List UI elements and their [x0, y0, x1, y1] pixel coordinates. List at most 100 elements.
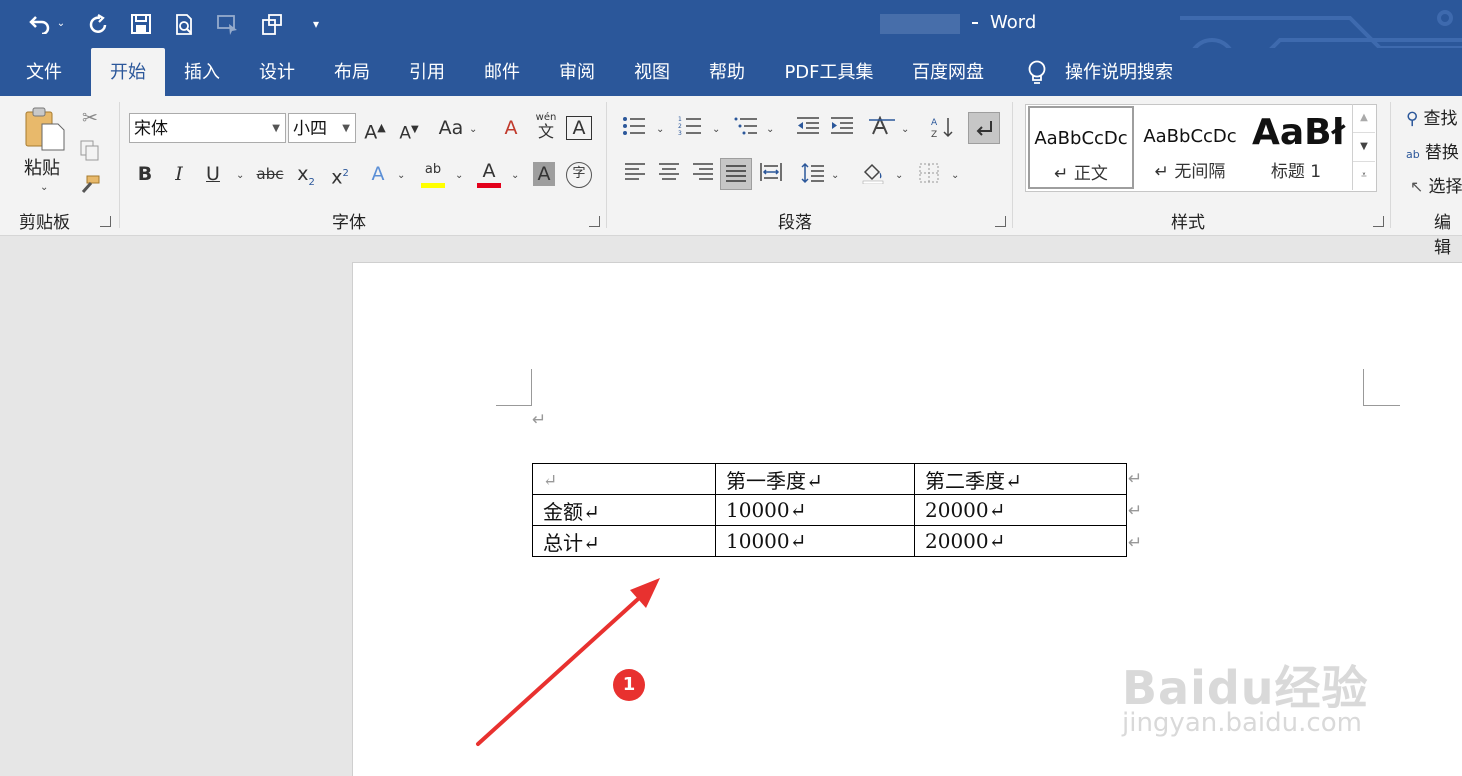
paste-button-label[interactable]: 粘贴 [24, 154, 60, 180]
character-shading-icon[interactable]: A [533, 162, 555, 186]
highlight-dropdown-icon[interactable]: ⌄ [455, 170, 463, 181]
strikethrough-icon[interactable]: abc [256, 162, 284, 186]
chinese-layout-icon[interactable] [868, 116, 896, 142]
styles-scroll-up-icon[interactable]: ▲ [1353, 104, 1375, 132]
tell-me-search[interactable]: 操作说明搜索 [1060, 48, 1178, 96]
paste-dropdown-icon[interactable]: ⌄ [40, 182, 48, 193]
redo-icon[interactable] [84, 10, 112, 38]
font-size-combo[interactable]: 小四▼ [288, 113, 356, 143]
justify-icon[interactable] [720, 158, 752, 190]
tab-file[interactable]: 文件 [16, 48, 72, 96]
cut-icon[interactable]: ✂ [78, 106, 102, 130]
phonetic-guide-icon[interactable]: wén 文 [534, 112, 558, 141]
highlight-color-icon[interactable]: ab [420, 162, 446, 188]
replace-button[interactable]: ab 替换 [1406, 138, 1462, 162]
table-cell[interactable]: ↵ [533, 464, 716, 495]
line-spacing-icon[interactable] [800, 162, 826, 190]
multilevel-list-icon[interactable] [732, 116, 760, 142]
table-cell[interactable]: 金额↵ [533, 495, 716, 526]
font-name-combo[interactable]: 宋体▼ [129, 113, 286, 143]
save-icon[interactable] [127, 10, 155, 38]
table-cell[interactable]: 20000↵ [915, 495, 1127, 526]
font-size-dropdown-icon[interactable]: ▼ [342, 114, 350, 144]
table-cell[interactable]: 10000↵ [716, 526, 915, 557]
tab-design[interactable]: 设计 [249, 48, 305, 96]
styles-scroll-down-icon[interactable]: ▼ [1353, 132, 1375, 161]
numbering-dropdown-icon[interactable]: ⌄ [712, 124, 720, 135]
tab-review[interactable]: 审阅 [549, 48, 605, 96]
format-painter-quick-icon[interactable] [258, 10, 286, 38]
lightbulb-icon[interactable] [1024, 48, 1050, 96]
style-no-spacing[interactable]: AaBbCcDc ↵ 无间隔 [1138, 106, 1242, 186]
shading-dropdown-icon[interactable]: ⌄ [895, 170, 903, 181]
table-cell[interactable]: 第二季度↵ [915, 464, 1127, 495]
print-preview-icon[interactable] [171, 10, 199, 38]
undo-icon[interactable] [26, 10, 54, 38]
align-center-icon[interactable] [656, 162, 682, 188]
numbering-icon[interactable]: 123 [676, 116, 704, 142]
copy-icon[interactable] [78, 140, 102, 168]
clear-formatting-icon[interactable]: A [498, 116, 524, 140]
character-border-icon[interactable]: A [566, 116, 592, 140]
bullets-icon[interactable] [620, 116, 648, 142]
italic-icon[interactable]: I [168, 162, 190, 186]
font-name-dropdown-icon[interactable]: ▼ [272, 114, 280, 144]
font-color-dropdown-icon[interactable]: ⌄ [511, 170, 519, 181]
increase-indent-icon[interactable] [828, 116, 856, 142]
format-painter-icon[interactable] [78, 174, 102, 202]
undo-dropdown-icon[interactable]: ⌄ [54, 10, 68, 38]
subscript-icon[interactable]: x2 [294, 162, 318, 195]
enclose-characters-icon[interactable]: 字 [566, 162, 592, 188]
align-right-icon[interactable] [690, 162, 716, 188]
decrease-indent-icon[interactable] [794, 116, 822, 142]
sort-icon[interactable]: AZ [930, 116, 956, 144]
multilevel-dropdown-icon[interactable]: ⌄ [766, 124, 774, 135]
tab-insert[interactable]: 插入 [174, 48, 230, 96]
change-case-dropdown-icon[interactable]: ⌄ [469, 124, 477, 135]
customize-quick-access-icon[interactable]: ▾ [302, 10, 330, 38]
align-left-icon[interactable] [622, 162, 648, 188]
text-effects-icon[interactable]: A [366, 162, 390, 186]
superscript-icon[interactable]: x2 [328, 162, 352, 189]
tab-references[interactable]: 引用 [399, 48, 455, 96]
table-cell[interactable]: 20000↵ [915, 526, 1127, 557]
tab-layout[interactable]: 布局 [324, 48, 380, 96]
style-normal[interactable]: AaBbCcDc ↵ 正文 [1028, 106, 1134, 189]
distributed-icon[interactable] [758, 162, 784, 188]
touch-mode-icon[interactable] [214, 10, 242, 38]
bullets-dropdown-icon[interactable]: ⌄ [656, 124, 664, 135]
paste-icon[interactable] [22, 106, 68, 152]
shrink-font-icon[interactable]: A▼ [396, 118, 422, 146]
chinese-layout-dropdown-icon[interactable]: ⌄ [901, 124, 909, 135]
font-color-icon[interactable]: A [476, 160, 502, 188]
tab-baidu-netdisk[interactable]: 百度网盘 [906, 48, 990, 96]
text-effects-dropdown-icon[interactable]: ⌄ [397, 170, 405, 181]
show-hide-marks-icon[interactable] [968, 112, 1000, 144]
grow-font-icon[interactable]: A▲ [362, 116, 388, 144]
borders-dropdown-icon[interactable]: ⌄ [951, 170, 959, 181]
table-cell[interactable]: 10000↵ [716, 495, 915, 526]
styles-launcher-icon[interactable] [1373, 216, 1384, 227]
tab-home[interactable]: 开始 [91, 48, 165, 96]
select-button[interactable]: ↖ 选择 [1410, 172, 1462, 196]
borders-icon[interactable] [916, 162, 942, 190]
table-cell[interactable]: 总计↵ [533, 526, 716, 557]
paragraph-launcher-icon[interactable] [995, 216, 1006, 227]
underline-dropdown-icon[interactable]: ⌄ [236, 170, 244, 181]
styles-more-icon[interactable]: ⩡ [1353, 161, 1375, 190]
line-spacing-dropdown-icon[interactable]: ⌄ [831, 170, 839, 181]
find-button[interactable]: ⚲ 查找 [1406, 104, 1462, 128]
tab-pdf-tools[interactable]: PDF工具集 [780, 48, 878, 96]
clipboard-launcher-icon[interactable] [100, 216, 111, 227]
shading-icon[interactable] [860, 162, 886, 190]
tab-view[interactable]: 视图 [624, 48, 680, 96]
bold-icon[interactable]: B [134, 162, 156, 186]
underline-icon[interactable]: U [202, 162, 224, 186]
font-launcher-icon[interactable] [589, 216, 600, 227]
data-table[interactable]: ↵ 第一季度↵ 第二季度↵ 金额↵ 10000↵ 20000↵ 总计↵ 1000… [532, 463, 1127, 557]
style-heading-1[interactable]: AaBł 标题 1 [1246, 106, 1346, 186]
tab-mailings[interactable]: 邮件 [474, 48, 530, 96]
change-case-icon[interactable]: Aa [436, 116, 466, 140]
table-cell[interactable]: 第一季度↵ [716, 464, 915, 495]
tab-help[interactable]: 帮助 [699, 48, 755, 96]
